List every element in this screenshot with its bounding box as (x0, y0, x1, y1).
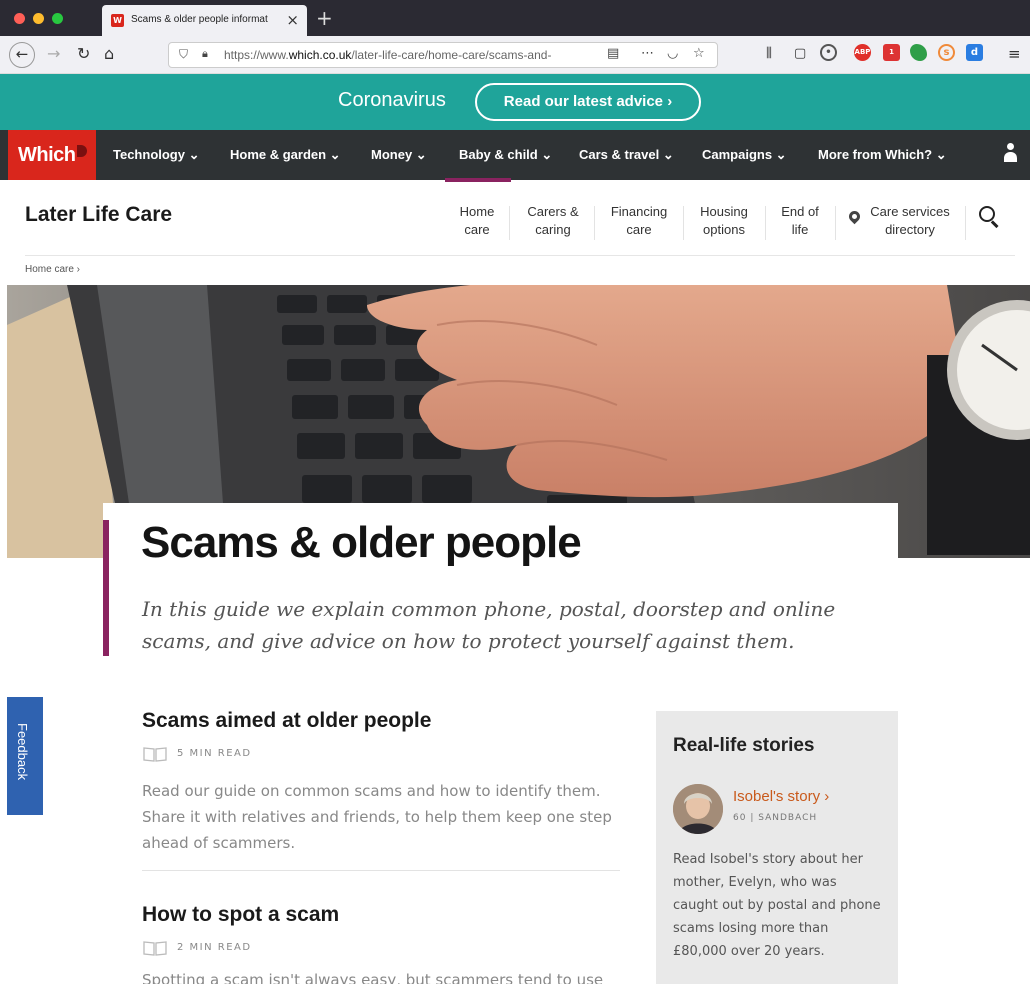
feedback-label: Feedback (15, 723, 30, 781)
pocket-icon[interactable]: ◡ (667, 46, 678, 61)
lock-icon[interactable]: 🔒︎ (202, 47, 208, 61)
subnav-carers-caring[interactable]: Carers & caring (522, 203, 584, 239)
subnav-end-of-life[interactable]: End of life (774, 203, 826, 239)
location-pin-icon (846, 208, 863, 225)
subnav-divider (965, 206, 966, 240)
subnav-home-care[interactable]: Home care (457, 203, 497, 239)
nav-home-garden[interactable]: Home & garden ⌄ (230, 147, 341, 163)
guide-description: Spotting a scam isn't always easy, but s… (142, 971, 604, 984)
nav-cars-travel[interactable]: Cars & travel ⌄ (579, 147, 674, 163)
subnav-label: directory (885, 222, 935, 237)
sidebar-title: Real-life stories (673, 735, 815, 756)
dashlane-icon[interactable]: d (966, 44, 983, 61)
subnav-label: care (626, 222, 652, 237)
avatar (673, 784, 723, 834)
close-tab-icon[interactable]: × (286, 11, 299, 29)
subnav-label: options (703, 222, 745, 237)
back-icon[interactable]: ← (9, 42, 35, 68)
url-bar[interactable]: ⛉ 🔒︎ https://www.which.co.uk/later-life-… (168, 42, 718, 68)
nav-campaigns[interactable]: Campaigns ⌄ (702, 147, 787, 163)
subnav-care-services-directory[interactable]: Care services directory (864, 203, 956, 239)
subnav-label: Care services (870, 204, 950, 219)
subnav-divider (765, 206, 766, 240)
subnav-label: life (791, 222, 809, 237)
guide-divider (142, 870, 620, 871)
subnav-label: caring (535, 222, 571, 237)
breadcrumb[interactable]: Home care › (25, 264, 80, 275)
home-icon[interactable]: ⌂ (104, 44, 114, 64)
subnav-label: End of (781, 204, 819, 219)
maximize-window-button[interactable] (52, 13, 63, 24)
extension-badge-icon[interactable]: 1 (883, 44, 900, 61)
guide-title-spot-a-scam[interactable]: How to spot a scam (142, 903, 339, 927)
honey-icon[interactable]: s (938, 44, 955, 61)
sidebar-icon[interactable]: ▢ (794, 44, 806, 64)
subnav-label: Carers & (527, 204, 579, 219)
site-section-title[interactable]: Later Life Care (25, 203, 172, 227)
active-nav-indicator (445, 178, 511, 182)
subnav-housing-options[interactable]: Housing options (694, 203, 754, 239)
feedback-button[interactable]: Feedback (7, 697, 43, 815)
nav-money[interactable]: Money ⌄ (371, 147, 427, 163)
subnav-label: Housing (700, 204, 748, 219)
read-time: 2 MIN READ (177, 942, 252, 953)
read-advice-button[interactable]: Read our latest advice › (475, 83, 701, 121)
subnav-label: Home (459, 204, 495, 219)
reader-view-icon[interactable]: ▤ (607, 46, 619, 61)
coronavirus-banner: Coronavirus Read our latest advice › (0, 74, 1030, 130)
tab-title: Scams & older people informat (131, 14, 268, 25)
subnav-divider (509, 206, 510, 240)
main-nav: Which Technology ⌄ Home & garden ⌄ Money… (0, 130, 1030, 180)
subnav-label: Financing (610, 204, 668, 219)
story-meta: 60 | SANDBACH (733, 813, 818, 823)
story-link[interactable]: Isobel's story › (733, 788, 829, 805)
reload-icon[interactable]: ↻ (77, 44, 90, 64)
story-text: Read Isobel's story about her mother, Ev… (673, 852, 881, 959)
banner-label: Coronavirus (338, 89, 446, 111)
library-icon[interactable]: ⫼ (766, 44, 772, 64)
subnav-label: care (464, 222, 490, 237)
url-text[interactable]: https://www.which.co.uk/later-life-care/… (224, 48, 599, 62)
adblock-icon[interactable]: ABP (854, 44, 871, 61)
nav-technology[interactable]: Technology ⌄ (113, 147, 200, 163)
minimize-window-button[interactable] (33, 13, 44, 24)
browser-tab[interactable]: W Scams & older people informat × (102, 5, 307, 36)
new-tab-icon[interactable]: + (316, 6, 333, 30)
evernote-icon[interactable] (910, 44, 927, 61)
forward-icon[interactable]: → (47, 44, 60, 64)
browser-tab-bar: W Scams & older people informat × + (0, 0, 1030, 36)
user-account-icon[interactable] (1004, 143, 1017, 165)
which-logo[interactable]: Which (8, 130, 96, 180)
subnav-financing-care[interactable]: Financing care (606, 203, 672, 239)
subnav-divider (835, 206, 836, 240)
guide-title-scams-aimed[interactable]: Scams aimed at older people (142, 709, 431, 733)
book-icon (143, 747, 167, 762)
accent-bar (103, 520, 109, 656)
tracking-shield-icon[interactable]: ⛉ (179, 47, 188, 62)
subnav-divider (594, 206, 595, 240)
close-window-button[interactable] (14, 13, 25, 24)
book-icon (143, 941, 167, 956)
read-time: 5 MIN READ (177, 748, 252, 759)
account-icon[interactable]: • (820, 44, 837, 61)
page-actions-icon[interactable]: ⋯ (641, 46, 654, 61)
which-favicon-icon: W (111, 14, 124, 27)
article-standfirst: In this guide we explain common phone, p… (142, 597, 836, 653)
subnav-divider (683, 206, 684, 240)
search-icon[interactable] (979, 206, 995, 222)
nav-baby-child[interactable]: Baby & child ⌄ (459, 147, 552, 163)
nav-more-from-which[interactable]: More from Which? ⌄ (818, 147, 947, 163)
browser-toolbar: ← → ↻ ⌂ ⛉ 🔒︎ https://www.which.co.uk/lat… (0, 36, 1030, 74)
page-title: Scams & older people (141, 518, 582, 567)
subnav-divider-line (25, 255, 1015, 256)
bookmark-star-icon[interactable]: ☆ (693, 46, 705, 61)
guide-description: Read our guide on common scams and how t… (142, 782, 612, 852)
menu-icon[interactable]: ≡ (1008, 44, 1021, 64)
